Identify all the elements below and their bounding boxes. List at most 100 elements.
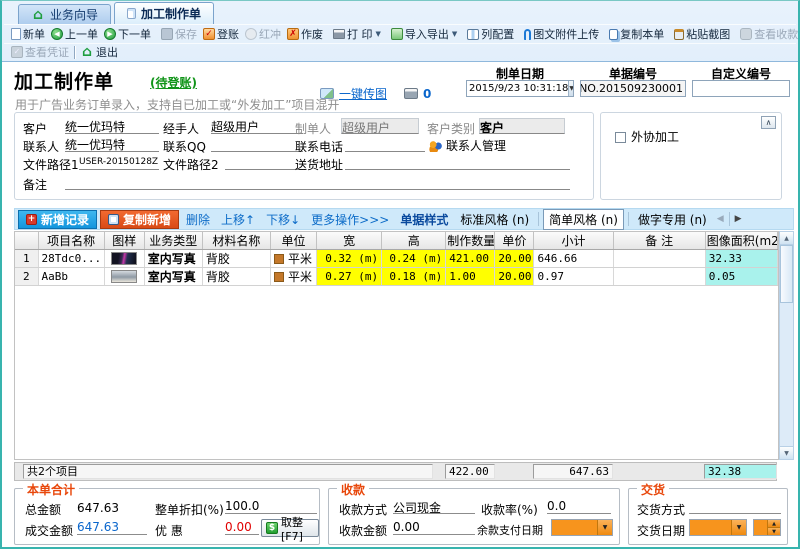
business-type-cell[interactable]: 室内写真: [144, 267, 203, 286]
qq-field[interactable]: [211, 136, 303, 152]
spinner-down-icon[interactable]: ▼: [768, 528, 780, 535]
col-width[interactable]: 宽: [316, 232, 383, 250]
note-cell[interactable]: [613, 249, 706, 268]
outsource-checkbox[interactable]: 外协加工: [615, 128, 679, 145]
image-area-cell[interactable]: 32.33: [705, 249, 779, 268]
balance-date-dropdown[interactable]: ▼: [551, 519, 613, 536]
post-account-button[interactable]: 登账: [200, 26, 242, 42]
col-height[interactable]: 高: [381, 232, 447, 250]
col-image[interactable]: 图样: [104, 232, 145, 250]
unit-price-cell[interactable]: 20.00: [494, 267, 535, 286]
tab-business-wizard[interactable]: 业务向导: [18, 4, 112, 24]
tab-processing-order[interactable]: 加工制作单: [114, 2, 215, 24]
custom-number-input[interactable]: [692, 80, 790, 97]
subtotal-cell[interactable]: 0.97: [533, 267, 614, 286]
col-subtotal[interactable]: 小计: [533, 232, 614, 250]
col-unit[interactable]: 单位: [270, 232, 318, 250]
col-business-type[interactable]: 业务类型: [144, 232, 203, 250]
payment-method-field[interactable]: 公司现金: [393, 499, 475, 515]
material-cell[interactable]: 背胶: [202, 267, 271, 286]
pager-right-icon[interactable]: ▶: [735, 214, 742, 224]
attachment-upload-button[interactable]: 图文附件上传: [521, 26, 602, 42]
round-amount-button[interactable]: 取整[F7]: [261, 516, 319, 543]
deal-amount-field[interactable]: 647.63: [77, 520, 147, 535]
paste-screenshot-button[interactable]: 粘贴截图: [671, 26, 733, 42]
delete-link[interactable]: 删除: [186, 211, 210, 228]
contact-field[interactable]: 统一优玛特: [65, 136, 159, 152]
copy-record-button[interactable]: 复制新增: [100, 209, 180, 229]
move-down-link[interactable]: 下移↓: [266, 211, 300, 228]
unit-value: 平米: [287, 252, 312, 266]
col-note[interactable]: 备 注: [613, 232, 706, 250]
file-path1-field[interactable]: USER-20150128ZN:C:\: [79, 154, 159, 170]
scroll-down-icon[interactable]: ▼: [780, 446, 793, 459]
note-field[interactable]: [65, 174, 570, 190]
category-field[interactable]: 客户: [479, 118, 565, 134]
next-order-button[interactable]: 下一单: [101, 26, 154, 42]
col-item-name[interactable]: 项目名称: [38, 232, 105, 250]
row-number-cell[interactable]: 1: [15, 249, 39, 268]
unit-price-cell[interactable]: 20.00: [494, 249, 535, 268]
phone-field[interactable]: [345, 136, 425, 152]
business-type-cell[interactable]: 室内写真: [144, 249, 203, 268]
unit-cell[interactable]: 平米: [270, 267, 318, 286]
item-name-cell[interactable]: AaBb: [38, 267, 105, 286]
col-rownum[interactable]: [15, 232, 39, 250]
style-simple-button[interactable]: 简单风格 (n): [543, 208, 624, 230]
delivery-date-dropdown[interactable]: ▼: [689, 519, 747, 536]
printer-icon[interactable]: [404, 88, 419, 99]
discount-pct-field[interactable]: 100.0: [225, 499, 317, 514]
scrollbar-thumb[interactable]: [780, 245, 793, 303]
col-quantity[interactable]: 制作数量: [445, 232, 496, 250]
material-cell[interactable]: 背胶: [202, 249, 271, 268]
customer-field[interactable]: 统一优玛特: [65, 118, 159, 134]
order-date-input[interactable]: 2015/9/23 10:31:18 ▼: [466, 80, 574, 97]
prev-order-button[interactable]: 上一单: [48, 26, 101, 42]
note-cell[interactable]: [613, 267, 706, 286]
payment-amount-field[interactable]: 0.00: [393, 520, 475, 535]
import-export-button[interactable]: 导入导出 ▼: [388, 26, 460, 42]
item-image-cell[interactable]: [104, 249, 145, 268]
col-unit-price[interactable]: 单价: [494, 232, 535, 250]
width-cell[interactable]: 0.27 (m): [316, 267, 383, 286]
more-actions-link[interactable]: 更多操作>>>: [311, 211, 389, 228]
delivery-method-field[interactable]: [689, 499, 781, 514]
delivery-address-field[interactable]: [345, 154, 570, 170]
quantity-cell[interactable]: 1.00: [445, 267, 496, 286]
void-button[interactable]: 作废: [284, 26, 326, 42]
col-material[interactable]: 材料名称: [202, 232, 271, 250]
style-standard-button[interactable]: 标准风格 (n): [455, 210, 534, 229]
delivery-time-spinner[interactable]: ▲ ▼: [753, 519, 781, 536]
pager-left-icon[interactable]: ◀: [717, 214, 724, 224]
copy-order-button[interactable]: 复制本单: [606, 26, 667, 42]
file-path2-field[interactable]: [225, 154, 303, 170]
exit-button[interactable]: 退出: [77, 44, 121, 60]
item-name-cell[interactable]: 28Tdc0...: [38, 249, 105, 268]
chevron-down-icon[interactable]: ▼: [568, 81, 573, 96]
print-button[interactable]: 打 印 ▼: [330, 26, 384, 42]
handler-field[interactable]: 超级用户: [211, 118, 303, 134]
height-cell[interactable]: 0.24 (m): [381, 249, 447, 268]
collapse-button[interactable]: ∧: [761, 116, 776, 129]
subtotal-cell[interactable]: 646.66: [533, 249, 614, 268]
item-image-cell[interactable]: [104, 267, 145, 286]
unit-cell[interactable]: 平米: [270, 249, 318, 268]
payment-rate-field[interactable]: 0.0: [547, 499, 611, 514]
quantity-cell[interactable]: 421.00: [445, 249, 496, 268]
column-config-button[interactable]: 列配置: [464, 26, 517, 42]
add-record-button[interactable]: 新增记录: [18, 209, 98, 229]
preferential-field[interactable]: 0.00: [225, 520, 259, 535]
style-text-button[interactable]: 做字专用 (n): [633, 210, 712, 229]
height-cell[interactable]: 0.18 (m): [381, 267, 447, 286]
spinner-up-icon[interactable]: ▲: [768, 520, 780, 528]
one-click-transfer-link[interactable]: 一键传图: [339, 85, 387, 102]
scroll-up-icon[interactable]: ▲: [780, 232, 793, 245]
new-order-button[interactable]: 新单: [8, 26, 48, 42]
image-area-cell[interactable]: 0.05: [705, 267, 779, 286]
move-up-link[interactable]: 上移↑: [221, 211, 255, 228]
col-image-area[interactable]: 图像面积(m2): [705, 232, 779, 250]
contact-management-button[interactable]: 联系人管理: [429, 137, 506, 154]
width-cell[interactable]: 0.32 (m): [316, 249, 383, 268]
row-number-cell[interactable]: 2: [15, 267, 39, 286]
vertical-scrollbar[interactable]: ▲ ▼: [779, 231, 794, 460]
